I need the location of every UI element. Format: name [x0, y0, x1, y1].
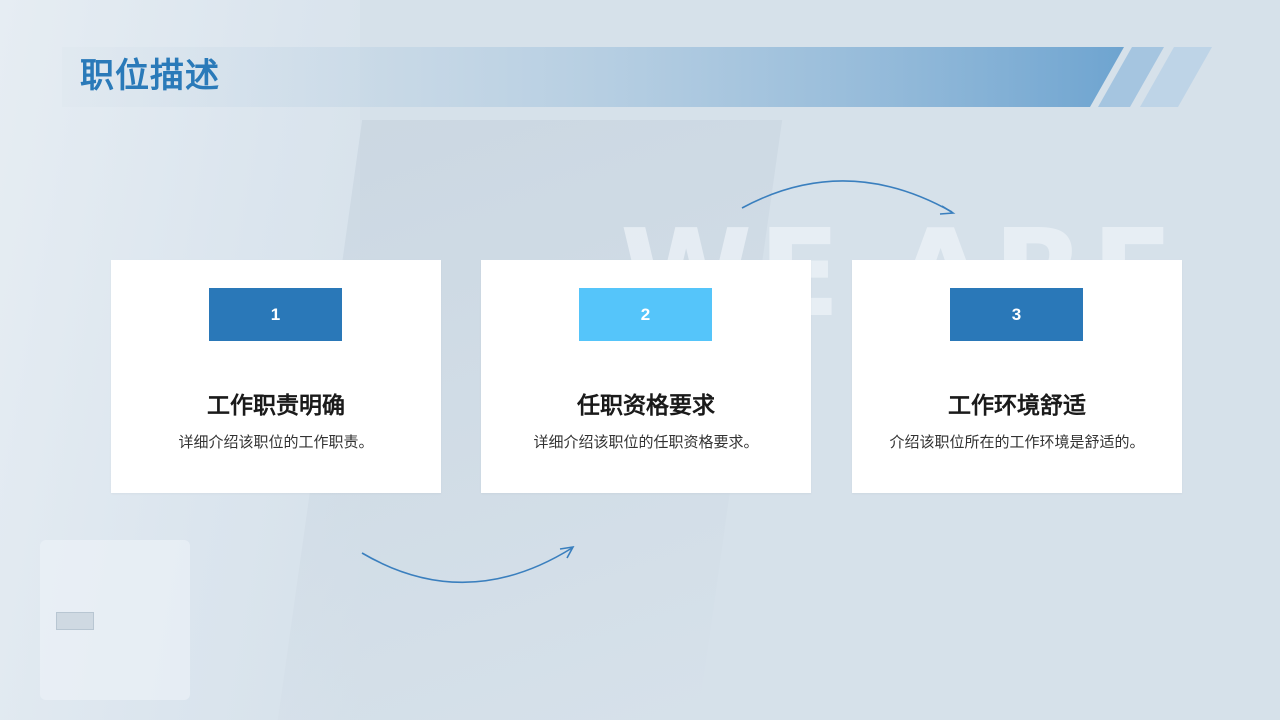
step-number-badge: 2	[579, 288, 712, 341]
page-title: 职位描述	[80, 56, 220, 96]
step-number: 3	[1011, 304, 1022, 324]
step-number: 2	[640, 304, 651, 324]
card-work-environment: 3 工作环境舒适 介绍该职位所在的工作环境是舒适的。	[852, 260, 1182, 493]
card-job-duties: 1 工作职责明确 详细介绍该职位的工作职责。	[111, 260, 441, 493]
step-number-badge: 3	[950, 288, 1083, 341]
card-description: 详细介绍该职位的工作职责。	[178, 433, 374, 451]
card-qualifications: 2 任职资格要求 详细介绍该职位的任职资格要求。	[481, 260, 811, 493]
curved-arrow-up-right-icon	[361, 545, 575, 584]
slide: WE ARE 职位描述 1 工作职责明确 详细介绍该职位的工作职责。 2 任职资…	[0, 0, 1280, 720]
card-heading: 工作环境舒适	[948, 393, 1086, 419]
background-cufflink	[56, 612, 94, 630]
title-banner-graphic	[62, 47, 1212, 107]
card-description: 介绍该职位所在的工作环境是舒适的。	[889, 433, 1145, 451]
step-number-badge: 1	[209, 288, 342, 341]
title-banner	[62, 47, 1212, 107]
card-heading: 任职资格要求	[577, 393, 715, 419]
step-number: 1	[270, 304, 281, 324]
card-heading: 工作职责明确	[207, 393, 345, 419]
curved-arrow-right-icon	[741, 180, 956, 215]
card-description: 详细介绍该职位的任职资格要求。	[533, 433, 759, 451]
